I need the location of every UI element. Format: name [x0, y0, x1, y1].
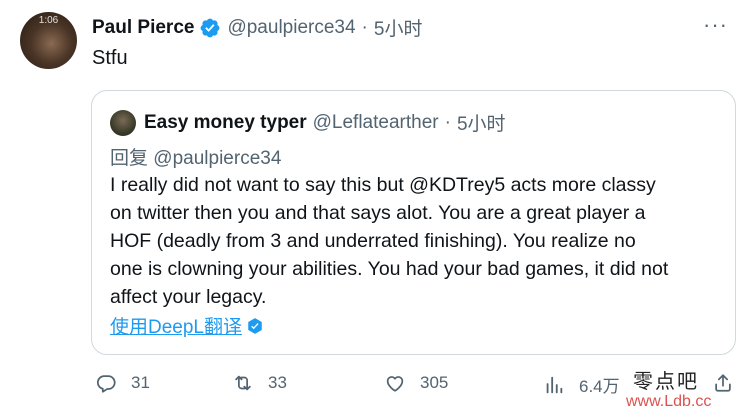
reply-mention[interactable]: @paulpierce34: [153, 148, 281, 169]
separator-dot: ·: [361, 16, 368, 38]
quoted-tweet[interactable]: Easy money typer @Leflatearther · 5小时 回复…: [91, 90, 736, 355]
avatar-time: 1:06: [38, 15, 59, 26]
quoted-tweet-header: Easy money typer @Leflatearther · 5小时: [110, 109, 506, 136]
like-icon: [386, 376, 404, 392]
quoted-author-name[interactable]: Easy money typer: [144, 112, 307, 134]
like-count: 305: [420, 373, 449, 392]
author-name[interactable]: Paul Pierce: [92, 17, 194, 39]
quoted-body-line: on twitter then you and that says alot. …: [110, 202, 646, 224]
share-icon: [715, 374, 731, 392]
watermark-text: 零点吧: [633, 369, 699, 393]
quoted-author-handle[interactable]: @Leflatearther: [313, 112, 439, 134]
views-count: 6.4万: [579, 377, 620, 396]
retweet-icon: [235, 375, 251, 391]
more-icon[interactable]: ···: [703, 12, 728, 38]
share-button[interactable]: [712, 372, 734, 394]
views-icon: [546, 376, 563, 393]
views-button[interactable]: 6.4万: [543, 372, 620, 397]
quoted-tweet-body: I really did not want to say this but @K…: [110, 171, 720, 311]
quoted-separator-dot: ·: [444, 111, 451, 133]
quoted-body-line: HOF (deadly from 3 and underrated finish…: [110, 230, 636, 252]
quoted-body-line: affect your legacy.: [110, 286, 267, 308]
retweet-count: 33: [268, 373, 287, 392]
reply-prefix: 回复: [110, 148, 149, 169]
verified-badge-icon: [201, 18, 220, 37]
reply-context: 回复 @paulpierce34: [110, 143, 281, 170]
reply-icon: [96, 375, 116, 393]
like-button[interactable]: 305: [384, 372, 448, 394]
author-handle[interactable]: @paulpierce34: [227, 17, 355, 39]
translate-label[interactable]: 使用DeepL翻译: [110, 312, 242, 339]
watermark-url: www.Ldb.cc: [626, 393, 712, 410]
deepl-icon: [248, 317, 262, 334]
translate-link[interactable]: 使用DeepL翻译: [110, 312, 264, 339]
tweet-timestamp[interactable]: 5小时: [374, 14, 423, 41]
tweet-header: Paul Pierce @paulpierce34 · 5小时: [92, 14, 422, 41]
retweet-button[interactable]: 33: [232, 372, 287, 394]
reply-button[interactable]: 31: [95, 372, 150, 394]
author-avatar[interactable]: 1:06: [20, 12, 77, 69]
quoted-tweet-timestamp[interactable]: 5小时: [457, 109, 506, 136]
reply-count: 31: [131, 373, 150, 392]
tweet-text: Stfu: [92, 47, 128, 69]
quoted-body-line: one is clowning your abilities. You had …: [110, 258, 669, 280]
quoted-author-avatar[interactable]: [110, 109, 136, 136]
quoted-body-line: I really did not want to say this but @K…: [110, 174, 656, 196]
